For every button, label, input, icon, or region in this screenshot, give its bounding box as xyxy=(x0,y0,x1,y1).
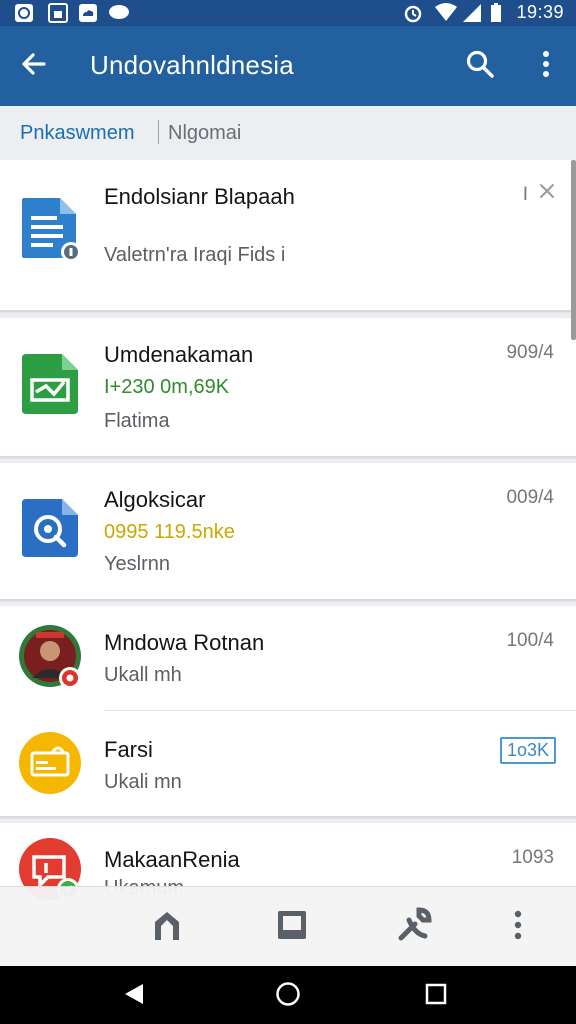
nav-home-button[interactable] xyxy=(268,976,308,1016)
item-amount: 0995 119.5nke xyxy=(104,521,235,543)
battery-icon xyxy=(490,3,502,28)
item-meta: 009/4 xyxy=(506,487,554,508)
item-status: Flatima xyxy=(104,410,170,432)
tool-icon xyxy=(395,906,433,949)
more-vert-icon xyxy=(541,50,551,83)
contact-name: Farsi xyxy=(104,737,153,762)
document-icon xyxy=(20,196,84,269)
list-item[interactable]: Endolsianr Blapaah Valetrn'ra Iraqi Fids… xyxy=(0,160,576,311)
tab-active[interactable]: Pnkaswmem xyxy=(20,122,134,145)
item-title: Umdenakaman xyxy=(104,342,254,367)
toolbar-more-button[interactable] xyxy=(496,905,540,949)
contact-name: MakaanRenia xyxy=(104,847,240,872)
contact-list: Mndowa Rotnan Ukall mh 100/4 Farsi Ukali… xyxy=(0,606,576,817)
tab-divider xyxy=(158,120,159,144)
list-item[interactable]: Mndowa Rotnan Ukall mh 100/4 xyxy=(0,606,576,710)
item-subtitle: Valetrn'ra Iraqi Fids i xyxy=(104,244,286,266)
wifi-icon xyxy=(434,3,458,28)
close-icon[interactable] xyxy=(538,182,556,205)
more-vert-icon xyxy=(513,910,523,945)
list-item[interactable]: Umdenakaman I+230 0m,69K Flatima 909/4 xyxy=(0,318,576,457)
recents-square-icon xyxy=(425,983,447,1010)
alarm-icon xyxy=(402,3,424,28)
list-item[interactable]: Farsi Ukali mn 1o3K xyxy=(0,711,576,815)
home-circle-icon xyxy=(275,981,301,1012)
back-triangle-icon xyxy=(123,982,145,1011)
contact-sub: Ukall mh xyxy=(104,664,182,686)
image-notification-icon xyxy=(48,3,68,28)
item-title: Endolsianr Blapaah xyxy=(104,184,295,209)
app-notification-icon xyxy=(14,3,34,28)
list-item[interactable]: Algoksicar 0995 119.5nke Yeslrnn 009/4 xyxy=(0,463,576,600)
tab-other[interactable]: Nlgomai xyxy=(168,122,241,145)
cloud-notification-icon xyxy=(78,3,98,28)
payment-card-icon xyxy=(18,731,82,800)
nav-back-button[interactable] xyxy=(114,976,154,1016)
tool-button[interactable] xyxy=(392,905,436,949)
item-meta: 1093 xyxy=(511,847,554,868)
item-meta: I xyxy=(522,184,528,205)
scrollbar[interactable] xyxy=(571,160,576,340)
status-time: 19:39 xyxy=(516,2,564,22)
item-status: Yeslrnn xyxy=(104,553,170,575)
stop-square-icon xyxy=(276,909,308,946)
avatar xyxy=(18,624,84,695)
item-title: Algoksicar xyxy=(104,487,206,512)
edit-shape-button[interactable] xyxy=(146,905,190,949)
search-icon xyxy=(465,49,495,84)
item-amount: I+230 0m,69K xyxy=(104,376,230,398)
edit-shape-icon xyxy=(151,908,185,947)
contact-sub: Ukali mn xyxy=(104,771,182,793)
stop-button[interactable] xyxy=(270,905,314,949)
back-button[interactable] xyxy=(12,44,56,88)
chat-notification-icon xyxy=(108,3,130,28)
arrow-back-icon xyxy=(20,50,48,83)
overflow-menu-button[interactable] xyxy=(524,44,568,88)
signal-icon xyxy=(462,3,482,28)
app-bar: Undovahnldnesia xyxy=(0,26,576,106)
spreadsheet-icon xyxy=(20,352,80,421)
status-bar: 19:39 xyxy=(0,0,576,26)
filter-bar: Pnkaswmem Nlgomai xyxy=(0,106,576,160)
system-nav-bar xyxy=(0,966,576,1024)
search-button[interactable] xyxy=(458,44,502,88)
item-meta: 909/4 xyxy=(506,342,554,363)
item-meta: 100/4 xyxy=(506,630,554,651)
page-title: Undovahnldnesia xyxy=(90,50,294,80)
search-app-icon xyxy=(20,497,80,564)
contact-name: Mndowa Rotnan xyxy=(104,630,265,655)
nav-recents-button[interactable] xyxy=(416,976,456,1016)
bottom-toolbar xyxy=(0,886,576,967)
amount-badge[interactable]: 1o3K xyxy=(499,737,556,764)
